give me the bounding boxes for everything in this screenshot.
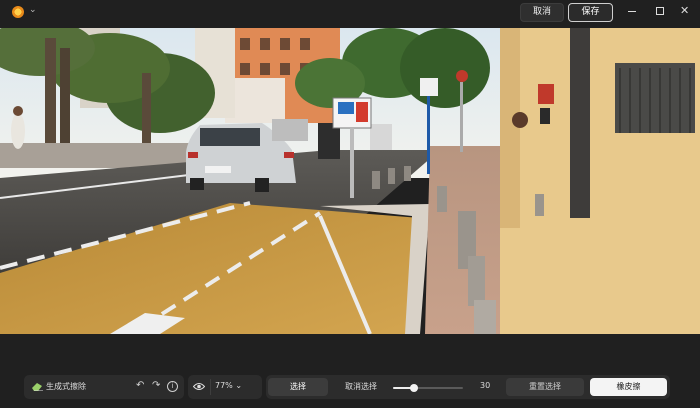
eraser-button[interactable]: 橡皮擦 <box>590 378 667 396</box>
close-icon[interactable]: ✕ <box>680 4 689 17</box>
eraser-icon <box>32 383 43 391</box>
bottom-toolbar: 生成式擦除 ↶ ↷ i 77% ⌄ 选择 取消选择 30 重置选择 橡皮擦 <box>24 375 670 399</box>
brush-size-value: 30 <box>480 381 491 390</box>
chevron-down-icon[interactable]: ⌄ <box>29 5 37 15</box>
maximize-icon[interactable] <box>656 7 664 15</box>
view-group: 77% ⌄ <box>188 375 262 399</box>
info-icon[interactable]: i <box>167 381 178 392</box>
brush-size-slider[interactable] <box>393 384 463 392</box>
redo-icon[interactable]: ↷ <box>152 380 160 391</box>
save-button[interactable]: 保存 <box>568 3 613 22</box>
tool-name-label: 生成式擦除 <box>46 382 86 391</box>
cancel-button[interactable]: 取消 <box>520 3 564 22</box>
divider <box>210 379 211 395</box>
zoom-level[interactable]: 77% ⌄ <box>215 381 242 390</box>
selection-group: 选择 取消选择 30 重置选择 橡皮擦 <box>266 375 670 399</box>
zoom-value: 77% <box>215 381 233 390</box>
title-bar: ⌄ 取消 保存 ✕ <box>0 0 700 24</box>
tab-select[interactable]: 选择 <box>268 378 328 396</box>
eye-icon[interactable] <box>193 382 205 391</box>
undo-icon[interactable]: ↶ <box>136 380 144 391</box>
image-canvas[interactable] <box>0 28 700 334</box>
minimize-icon[interactable] <box>628 11 636 12</box>
tab-deselect[interactable]: 取消选择 <box>330 378 392 396</box>
photo-street-scene <box>0 28 700 334</box>
slider-thumb[interactable] <box>410 384 418 392</box>
app-logo-icon[interactable] <box>12 6 24 18</box>
reset-selection-button[interactable]: 重置选择 <box>506 378 584 396</box>
tool-group: 生成式擦除 ↶ ↷ i <box>24 375 184 399</box>
